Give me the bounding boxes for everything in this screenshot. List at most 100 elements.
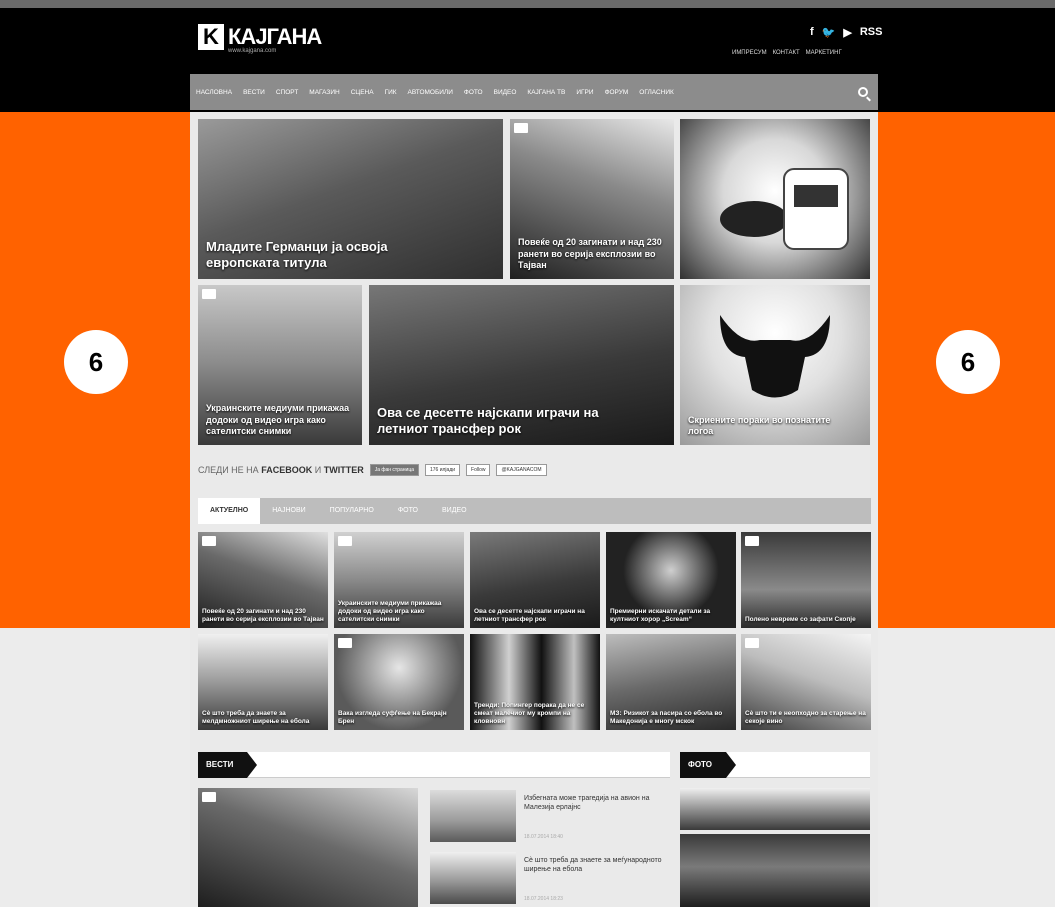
top-links: ИМПРЕСУМ КОНТАКТ МАРКЕТИНГ	[732, 50, 842, 56]
article-caption: Премиерни искачати детали за култниот хо…	[610, 607, 711, 623]
logo-name: КАЈГАНА	[228, 24, 322, 49]
article-tile[interactable]: Премиерни искачати детали за култниот хо…	[606, 532, 736, 628]
nav-item[interactable]: СЦЕНА	[351, 89, 374, 96]
twitter-icon[interactable]: 🐦	[822, 26, 836, 39]
featured-caption: Скриените пораки во познатите логоа	[688, 414, 831, 436]
photo-section-header: ФОТО	[680, 752, 870, 778]
social-links: f 🐦 ▶ RSS	[810, 26, 882, 39]
photo-section-label[interactable]: ФОТО	[680, 752, 736, 778]
article-tile[interactable]: Полено невремe со зафати Скопје	[741, 532, 871, 628]
article-caption: Полено невремe со зафати Скопје	[745, 615, 856, 623]
nav-item[interactable]: НАСЛОВНА	[196, 89, 232, 96]
article-tile[interactable]: Ова се десетте најскапи играчи на летнио…	[470, 532, 600, 628]
link-marketing[interactable]: МАРКЕТИНГ	[806, 50, 842, 56]
youtube-icon[interactable]: ▶	[843, 26, 851, 39]
article-caption: Украинските медиуми прикажаа додоки од в…	[338, 599, 442, 623]
nav-item[interactable]: ИГРИ	[576, 89, 593, 96]
camera-icon	[514, 123, 528, 133]
article-caption: МЗ: Ризикот за пасира со ебола во Македо…	[610, 709, 723, 725]
news-thumb	[430, 852, 516, 904]
article-tile[interactable]: Украинските медиуми прикажаа додоки од в…	[334, 532, 464, 628]
featured-tile[interactable]: Скриените пораки во познатите логоа	[680, 285, 870, 445]
featured-tile[interactable]: Ова се десетте најскапи играчи на летнио…	[369, 285, 674, 445]
photo-tile[interactable]	[680, 834, 870, 907]
nav-item[interactable]: СПОРТ	[276, 89, 298, 96]
top-border	[0, 0, 1055, 8]
nav-item[interactable]: ВИДЕО	[494, 89, 517, 96]
camera-icon	[745, 638, 759, 648]
news-section-label[interactable]: ВЕСТИ	[198, 752, 258, 778]
follow-and: И	[314, 465, 322, 475]
camera-icon	[338, 638, 352, 648]
camera-icon	[745, 536, 759, 546]
nav-item[interactable]: ФОРУМ	[605, 89, 629, 96]
featured-caption: Повеќе од 20 загинати и над 230 ранети в…	[518, 237, 662, 270]
tab-latest[interactable]: НАЈНОВИ	[260, 498, 317, 524]
link-impressum[interactable]: ИМПРЕСУМ	[732, 50, 767, 56]
twitter-follow-button[interactable]: Follow	[466, 464, 491, 476]
nav-item[interactable]: ФОТО	[464, 89, 483, 96]
featured-tile[interactable]	[680, 119, 870, 279]
nav-item[interactable]: ВЕСТИ	[243, 89, 265, 96]
jar-illustration-icon	[720, 168, 849, 250]
article-tile[interactable]: Сè што ти е неопходно за старење на секо…	[741, 634, 871, 730]
news-date: 18.07.2014 18:23	[524, 896, 563, 902]
nav-item[interactable]: ОГЛАСНИК	[639, 89, 674, 96]
news-section-header: ВЕСТИ	[198, 752, 670, 778]
news-date: 18.07.2014 18:40	[524, 834, 563, 840]
article-caption: Ова се десетте најскапи играчи на летнио…	[474, 607, 585, 623]
featured-caption: Ова се десетте најскапи играчи на летнио…	[377, 404, 599, 436]
follow-facebook[interactable]: FACEBOOK	[261, 465, 312, 475]
site-logo[interactable]: K КАЈГАНА www.kajgana.com	[198, 24, 322, 54]
tab-current[interactable]: АКТУЕЛНО	[198, 498, 261, 524]
nav-item[interactable]: КАЈГАНА ТВ	[527, 89, 565, 96]
facebook-like-button[interactable]: Ја фан страница	[369, 464, 419, 476]
photo-tile[interactable]	[680, 788, 870, 830]
ad-badge-right: 6	[936, 330, 1000, 394]
tab-popular[interactable]: ПОПУЛАРНО	[318, 498, 386, 524]
search-icon[interactable]	[858, 87, 868, 97]
news-list-item[interactable]: Избегната може трагедија на авион на Мал…	[430, 790, 670, 846]
news-main-image[interactable]	[198, 788, 418, 907]
news-list-item[interactable]: Сè што треба да знаете за меѓународното …	[430, 852, 670, 907]
featured-caption: Младите Германци ја освоја европската ти…	[206, 238, 388, 270]
news-thumb	[430, 790, 516, 842]
nav-item[interactable]: ГИК	[385, 89, 397, 96]
article-caption: Сè што треба да знаете за мелдмножниот ш…	[202, 709, 310, 725]
featured-tile[interactable]: Повеќе од 20 загинати и над 230 ранети в…	[510, 119, 674, 279]
ad-badge-left: 6	[64, 330, 128, 394]
follow-bar: СЛЕДИ НЕ НА FACEBOOK И TWITTER Ја фан ст…	[198, 464, 547, 476]
article-tile[interactable]: Сè што треба да знаете за мелдмножниот ш…	[198, 634, 328, 730]
featured-caption: Украинските медиуми прикажаа додоки од в…	[206, 403, 350, 436]
featured-tile[interactable]: Украинските медиуми прикажаа додоки од в…	[198, 285, 362, 445]
nav-item[interactable]: АВТОМОБИЛИ	[408, 89, 453, 96]
facebook-like-count: 176 илјади	[424, 464, 461, 476]
article-caption: Повеќе од 20 загинати и над 230 ранети в…	[202, 607, 324, 623]
article-caption: Вака изгледа суфѓење на Бекрајн Брен	[338, 709, 447, 725]
rss-icon[interactable]: RSS	[860, 26, 883, 39]
article-tile[interactable]: МЗ: Ризикот за пасира со ебола во Македо…	[606, 634, 736, 730]
article-tile[interactable]: Вака изгледа суфѓење на Бекрајн Брен	[334, 634, 464, 730]
news-title: Избегната може трагедија на авион на Мал…	[524, 795, 650, 812]
news-title: Сè што треба да знаете за меѓународното …	[524, 857, 662, 874]
camera-icon	[202, 792, 216, 802]
follow-twitter[interactable]: TWITTER	[324, 465, 364, 475]
logo-url: www.kajgana.com	[228, 48, 277, 54]
featured-tile[interactable]: Младите Германци ја освоја европската ти…	[198, 119, 503, 279]
article-caption: Тренди: Попингер порака да не се смеат м…	[474, 701, 585, 725]
camera-icon	[202, 289, 216, 299]
article-tile[interactable]: Тренди: Попингер порака да не се смеат м…	[470, 634, 600, 730]
twitter-handle[interactable]: @KAJGANACOM	[496, 464, 547, 476]
camera-icon	[202, 536, 216, 546]
tab-video[interactable]: ВИДЕО	[430, 498, 479, 524]
tab-photo[interactable]: ФОТО	[386, 498, 430, 524]
nav-item[interactable]: МАГАЗИН	[309, 89, 339, 96]
main-nav: НАСЛОВНА ВЕСТИ СПОРТ МАГАЗИН СЦЕНА ГИК А…	[190, 74, 878, 110]
content-tabs: АКТУЕЛНО НАЈНОВИ ПОПУЛАРНО ФОТО ВИДЕО	[198, 498, 871, 524]
article-tile[interactable]: Повеќе од 20 загинати и над 230 ранети в…	[198, 532, 328, 628]
link-contact[interactable]: КОНТАКТ	[773, 50, 800, 56]
follow-prefix: СЛЕДИ НЕ НА	[198, 465, 259, 475]
facebook-icon[interactable]: f	[810, 26, 814, 39]
logo-mark: K	[198, 24, 224, 50]
article-caption: Сè што ти е неопходно за старење на секо…	[745, 709, 866, 725]
